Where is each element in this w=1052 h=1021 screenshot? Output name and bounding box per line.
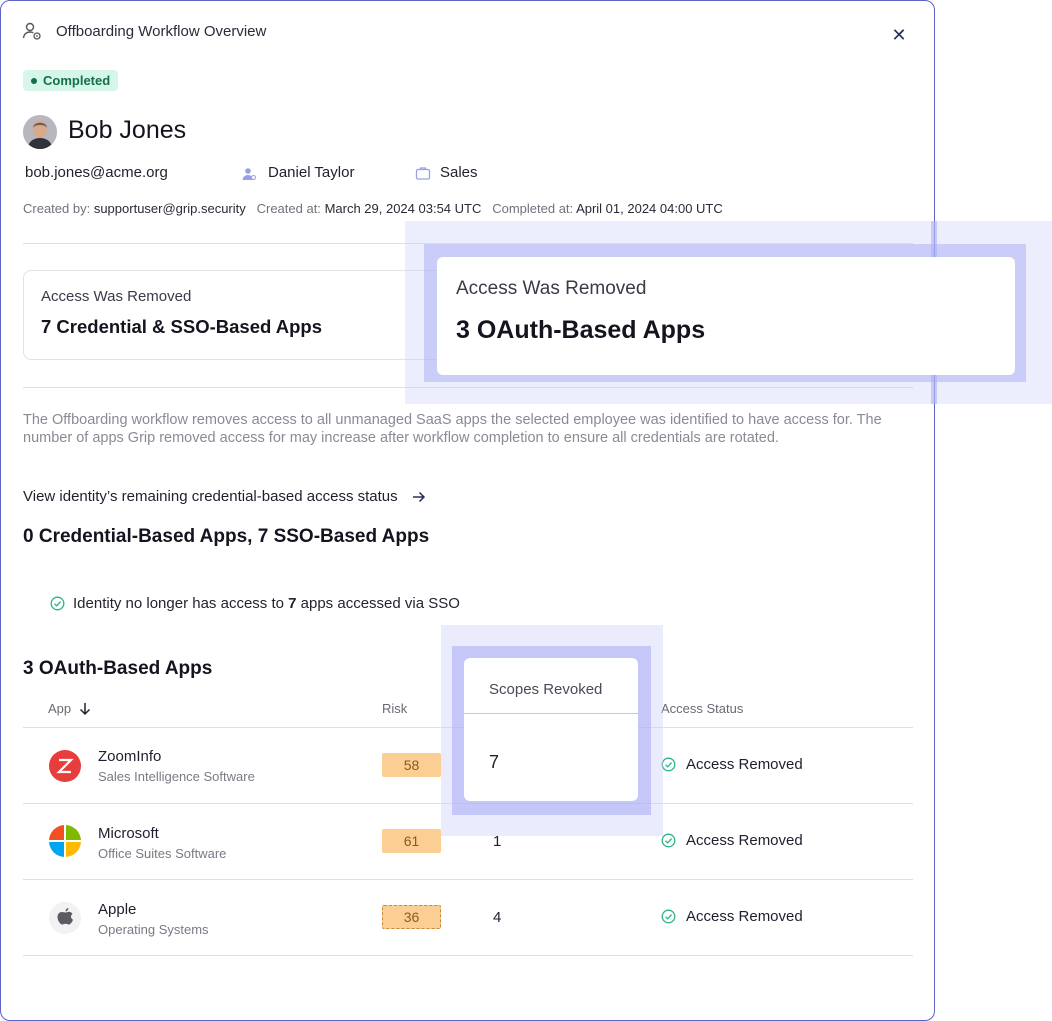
scopes-revoked: 7 — [489, 752, 500, 772]
app-name[interactable]: Apple — [98, 901, 136, 918]
card-label: Access Was Removed — [41, 288, 192, 305]
manager-icon — [242, 168, 256, 180]
completed-at-value: April 01, 2024 04:00 UTC — [576, 201, 723, 216]
check-circle-icon — [661, 909, 676, 924]
access-status: Access Removed — [661, 756, 803, 773]
briefcase-icon — [415, 167, 431, 180]
card-label: Access Was Removed — [456, 278, 647, 299]
summary-card-oauth: Access Was Removed 3 OAuth-Based Apps — [437, 257, 1015, 375]
access-status: Access Removed — [661, 908, 803, 925]
column-header-scopes-revoked[interactable]: Scopes Revoked — [489, 681, 602, 698]
risk-score: 61 — [382, 829, 441, 853]
app-name[interactable]: Microsoft — [98, 825, 159, 842]
check-circle-icon — [661, 833, 676, 848]
arrow-right-icon[interactable] — [412, 491, 426, 503]
access-status: Access Removed — [661, 832, 803, 849]
card-value: 3 OAuth-Based Apps — [456, 316, 706, 344]
table-row[interactable]: Apple Operating Systems 36 4 Access Remo… — [23, 880, 913, 955]
sso-note-text: Identity no longer has access to 7 apps … — [73, 595, 460, 612]
created-at-label: Created at: — [256, 201, 321, 216]
created-by-label: Created by: — [23, 201, 91, 216]
person-name: Bob Jones — [68, 116, 187, 144]
column-header-app[interactable]: App — [48, 701, 91, 716]
workflow-description: The Offboarding workflow removes access … — [23, 412, 882, 446]
offboarding-panel: Offboarding Workflow Overview ✕ Complete… — [0, 0, 935, 1021]
app-category: Sales Intelligence Software — [98, 769, 255, 784]
panel-title: Offboarding Workflow Overview — [56, 23, 267, 40]
microsoft-logo-icon — [49, 825, 81, 857]
sso-note: Identity no longer has access to 7 apps … — [50, 595, 460, 612]
app-category: Office Suites Software — [98, 846, 227, 861]
created-info: Created by: supportuser@grip.security Cr… — [23, 201, 723, 216]
manager-name: Daniel Taylor — [268, 164, 355, 181]
remaining-access-link[interactable]: View identity’s remaining credential-bas… — [23, 488, 426, 505]
credential-section-title: 0 Credential-Based Apps, 7 SSO-Based App… — [23, 526, 430, 547]
risk-score: 36 — [382, 905, 441, 929]
completed-at-label: Completed at: — [492, 201, 574, 216]
sort-down-icon[interactable] — [79, 702, 91, 716]
summary-card-credential: Access Was Removed 7 Credential & SSO-Ba… — [23, 270, 443, 360]
column-header-access-status[interactable]: Access Status — [661, 701, 743, 716]
department: Sales — [440, 164, 478, 181]
row-divider — [23, 955, 913, 956]
card-value: 7 Credential & SSO-Based Apps — [41, 316, 322, 337]
oauth-section-title: 3 OAuth-Based Apps — [23, 658, 213, 679]
app-category: Operating Systems — [98, 922, 209, 937]
status-label: Completed — [43, 73, 111, 88]
created-at-value: March 29, 2024 03:54 UTC — [324, 201, 482, 216]
app-name[interactable]: ZoomInfo — [98, 748, 161, 765]
created-by-value: supportuser@grip.security — [93, 201, 246, 216]
apple-logo-icon — [49, 902, 81, 934]
close-icon[interactable]: ✕ — [887, 23, 911, 47]
status-dot-icon — [31, 77, 37, 84]
divider — [464, 713, 638, 714]
scopes-revoked: 4 — [493, 909, 502, 926]
scopes-callout: Scopes Revoked 7 — [464, 658, 638, 801]
status-badge: Completed — [23, 70, 119, 91]
check-circle-icon — [661, 757, 676, 772]
column-header-risk[interactable]: Risk — [382, 701, 407, 716]
person-email: bob.jones@acme.org — [25, 164, 168, 181]
link-label[interactable]: View identity’s remaining credential-bas… — [23, 488, 398, 505]
check-circle-icon — [50, 596, 65, 611]
zoominfo-logo-icon — [49, 750, 81, 782]
avatar — [23, 115, 57, 149]
risk-score: 58 — [382, 753, 441, 777]
user-settings-icon — [22, 22, 41, 40]
